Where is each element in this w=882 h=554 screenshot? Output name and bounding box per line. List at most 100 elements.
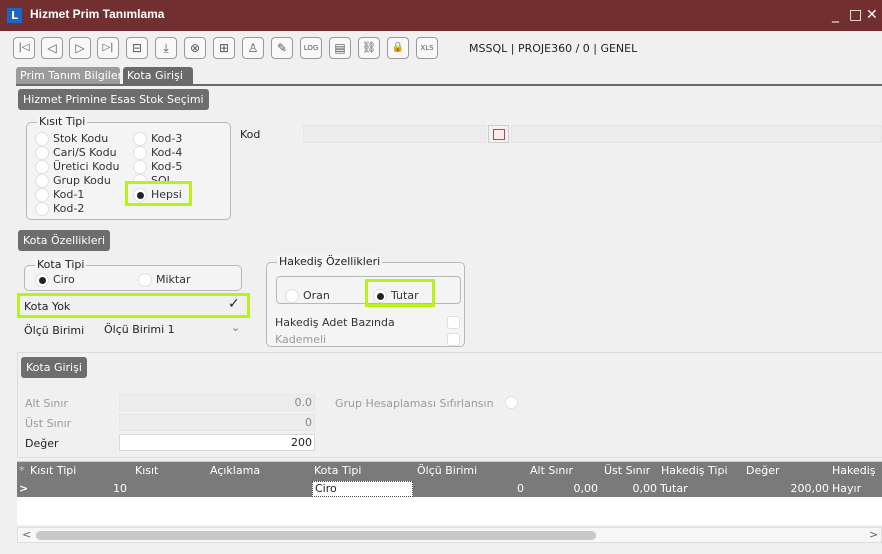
edit-icon[interactable]: ✎ <box>271 37 293 59</box>
kod-label: Kod <box>240 128 261 141</box>
kod-description <box>511 125 882 143</box>
col-ust-sinir[interactable]: Üst Sınır <box>604 464 650 478</box>
alt-sinir-value: 0.0 <box>294 396 313 409</box>
radio-label: Kod-3 <box>151 132 183 145</box>
radio-ciro[interactable]: Ciro <box>35 273 75 287</box>
radio-uretici-kodu[interactable]: Üretici Kodu <box>35 160 119 174</box>
grup-hesaplamasi-label: Grup Hesaplaması Sıfırlansın <box>335 397 494 410</box>
radio-label: Stok Kodu <box>53 132 109 145</box>
title-bar: L Hizmet Prim Tanımlama _ □ ✕ <box>0 0 882 31</box>
grid-corner: * <box>19 464 25 477</box>
olcu-birimi-value: Ölçü Birimi 1 <box>104 323 175 336</box>
minimize-button[interactable]: _ <box>832 6 839 24</box>
radio-dot <box>35 146 49 160</box>
radio-kod-3[interactable]: Kod-3 <box>133 132 182 146</box>
first-icon[interactable]: |◁ <box>13 37 35 59</box>
radio-oran[interactable]: Oran <box>285 289 330 303</box>
cell-olcu-birimi[interactable]: 0 <box>517 482 524 496</box>
kota-tipi-group: Kota Tipi Ciro Miktar <box>24 258 242 291</box>
tab-prim-tanim-bilgileri[interactable]: Prim Tanım Bilgileri <box>16 67 125 84</box>
radio-dot <box>35 160 49 174</box>
col-kisit-tipi[interactable]: Kısıt Tipi <box>30 464 76 478</box>
hakedis-adet-label: Hakediş Adet Bazında <box>275 316 395 329</box>
radio-label: Kod-4 <box>151 146 183 159</box>
link-icon[interactable]: ⛓ <box>358 37 380 59</box>
radio-kod-2[interactable]: Kod-2 <box>35 202 84 216</box>
radio-miktar[interactable]: Miktar <box>138 273 191 287</box>
alt-sinir-label: Alt Sınır <box>25 397 68 410</box>
cell-kota-tipi[interactable]: Ciro <box>315 482 337 496</box>
ust-sinir-value: 0 <box>305 416 312 429</box>
kademeli-checkbox[interactable] <box>447 333 460 346</box>
lock-icon[interactable]: 🔒 <box>387 37 409 59</box>
download-icon[interactable]: ⤓ <box>155 37 177 59</box>
radio-grup-kodu[interactable]: Grup Kodu <box>35 174 111 188</box>
cancel-icon[interactable]: ⊗ <box>184 37 206 59</box>
scroll-right-icon[interactable]: > <box>869 528 878 542</box>
grup-hesaplamasi-checkbox[interactable] <box>505 396 518 409</box>
connection-status: MSSQL | PROJE360 / 0 | GENEL <box>469 42 638 55</box>
radio-dot <box>133 160 147 174</box>
radio-kod-5[interactable]: Kod-5 <box>133 160 182 174</box>
user-icon[interactable]: ♙ <box>242 37 264 59</box>
radio-cari-s-kodu[interactable]: Cari/S Kodu <box>35 146 117 160</box>
horizontal-scrollbar[interactable]: < > <box>17 527 882 543</box>
radio-kod-4[interactable]: Kod-4 <box>133 146 182 160</box>
picker-glyph <box>493 129 505 140</box>
deger-input[interactable]: 200 <box>119 434 315 451</box>
col-hakedis[interactable]: Hakediş <box>832 464 876 478</box>
radio-label: Miktar <box>156 273 191 286</box>
hakedis-adet-checkbox[interactable] <box>447 316 460 329</box>
window: L Hizmet Prim Tanımlama _ □ ✕ |◁ ◁ ▷ ▷| … <box>0 0 882 554</box>
log-icon[interactable]: LOG <box>300 37 322 59</box>
table-row[interactable]: > 10 Ciro 0 0,00 0,00 Tutar 200,00 Hayır <box>17 481 882 497</box>
col-hakedis-tipi[interactable]: Hakediş Tipi <box>661 464 728 478</box>
restore-button[interactable]: □ <box>849 6 862 24</box>
kod-input[interactable] <box>303 125 486 143</box>
kota-tipi-legend: Kota Tipi <box>35 258 87 272</box>
tab-kota-girisi[interactable]: Kota Girişi <box>123 67 193 84</box>
highlight-hepsi <box>125 181 192 206</box>
alt-sinir-input[interactable]: 0.0 <box>119 394 315 411</box>
radio-stok-kodu[interactable]: Stok Kodu <box>35 132 108 146</box>
row-marker: > <box>19 482 29 495</box>
col-alt-sinir[interactable]: Alt Sınır <box>530 464 573 478</box>
grid-picker-icon[interactable] <box>488 125 509 143</box>
radio-label: Kod-5 <box>151 160 183 173</box>
kota-girisi-header: Kota Girişi <box>21 357 87 378</box>
cell-hakedis[interactable]: Hayır <box>832 482 861 496</box>
cell-hakedis-tipi[interactable]: Tutar <box>660 482 688 496</box>
radio-dot <box>35 174 49 188</box>
col-olcu-birimi[interactable]: Ölçü Birimi <box>417 464 477 478</box>
olcu-birimi-select[interactable]: Ölçü Birimi 1 ⌄ <box>101 321 244 339</box>
last-icon[interactable]: ▷| <box>97 37 119 59</box>
col-deger[interactable]: Değer <box>746 464 780 478</box>
radio-label: Oran <box>303 289 330 302</box>
window-title: Hizmet Prim Tanımlama <box>30 7 165 21</box>
previous-icon[interactable]: ◁ <box>41 37 63 59</box>
save-icon[interactable]: ▤ <box>329 37 351 59</box>
next-icon[interactable]: ▷ <box>69 37 91 59</box>
highlight-tutar <box>365 279 435 307</box>
scroll-left-icon[interactable]: < <box>22 528 31 542</box>
cell-kisit-tipi[interactable]: 10 <box>113 482 127 496</box>
cell-ust-sinir[interactable]: 0,00 <box>633 482 658 496</box>
close-button[interactable]: ✕ <box>866 6 878 24</box>
kota-yok-checkbox[interactable]: ✓ <box>228 296 240 312</box>
ust-sinir-input[interactable]: 0 <box>119 414 315 431</box>
col-kisit[interactable]: Kısıt <box>135 464 158 478</box>
ust-sinir-label: Üst Sınır <box>25 417 72 430</box>
scroll-thumb[interactable] <box>36 531 596 540</box>
radio-kod-1[interactable]: Kod-1 <box>35 188 84 202</box>
radio-dot <box>35 188 49 202</box>
add-icon[interactable]: ⊞ <box>213 37 235 59</box>
form-icon[interactable]: ⊟ <box>126 37 148 59</box>
col-kota-tipi[interactable]: Kota Tipi <box>314 464 361 478</box>
xls-icon[interactable]: XLS <box>416 37 438 59</box>
radio-dot <box>285 289 299 303</box>
cell-deger[interactable]: 200,00 <box>791 482 830 496</box>
radio-dot <box>35 132 49 146</box>
cell-alt-sinir[interactable]: 0,00 <box>574 482 599 496</box>
olcu-birimi-label: Ölçü Birimi <box>24 324 85 337</box>
col-aciklama[interactable]: Açıklama <box>210 464 260 478</box>
